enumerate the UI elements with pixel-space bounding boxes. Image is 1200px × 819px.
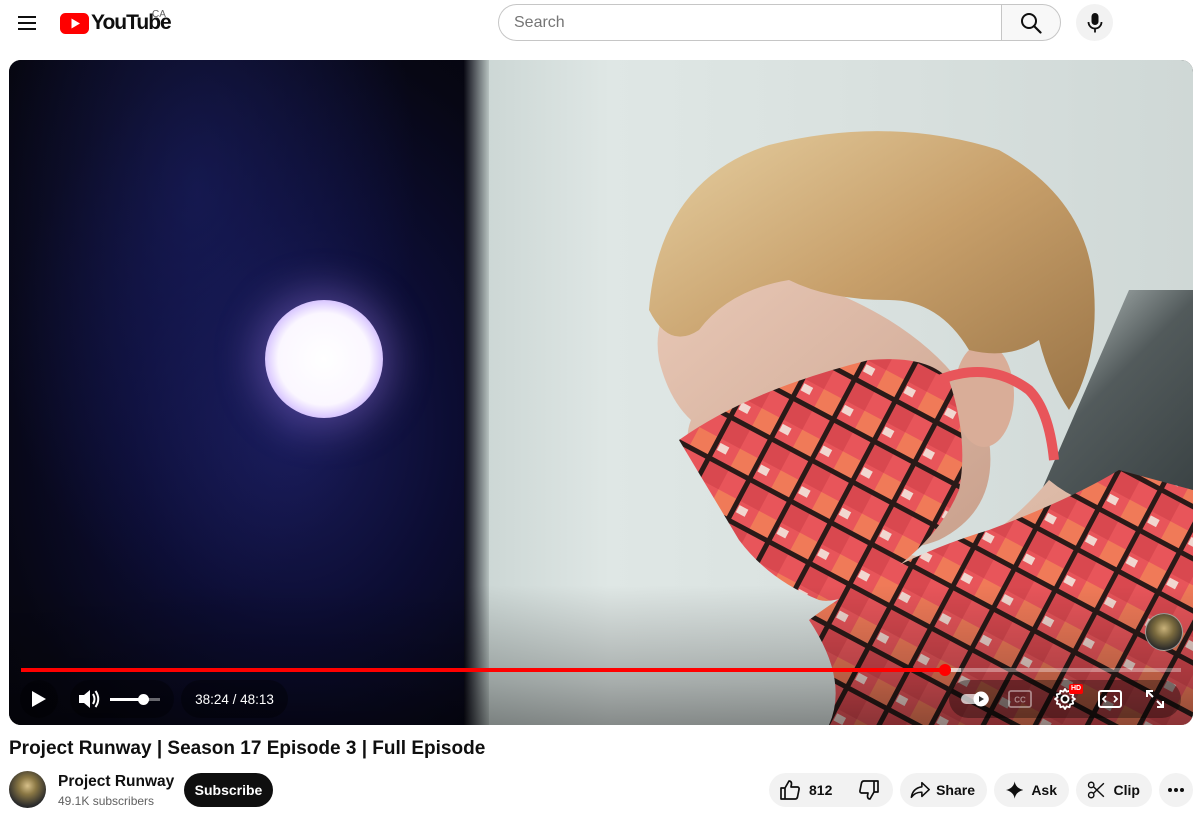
share-label: Share — [936, 782, 975, 798]
progress-scrubber[interactable] — [938, 664, 951, 676]
progress-played — [21, 668, 945, 672]
autoplay-toggle[interactable] — [955, 680, 995, 718]
right-controls-pill: CC HD — [949, 680, 1181, 718]
more-horizontal-icon — [1168, 788, 1184, 792]
search-box — [498, 4, 1061, 41]
hamburger-menu-icon — [18, 16, 36, 30]
search-input[interactable] — [498, 4, 1001, 41]
volume-pill — [70, 680, 174, 718]
captions-button[interactable]: CC — [1000, 680, 1040, 718]
time-display: 38:24 / 48:13 — [195, 691, 274, 707]
play-pill — [20, 680, 58, 718]
search-button[interactable] — [1001, 4, 1061, 41]
share-button[interactable]: Share — [900, 773, 987, 807]
sparkle-icon — [1006, 781, 1024, 799]
video-title: Project Runway | Season 17 Episode 3 | F… — [9, 738, 486, 759]
channel-watermark[interactable] — [1145, 613, 1183, 651]
mute-button[interactable] — [76, 680, 104, 718]
dislike-button[interactable] — [846, 773, 894, 807]
time-pill: 38:24 / 48:13 — [181, 680, 288, 718]
thumbs-down-icon — [859, 780, 880, 800]
share-icon — [910, 781, 930, 799]
fullscreen-button[interactable] — [1135, 680, 1175, 718]
like-button[interactable]: 812 — [769, 773, 846, 807]
like-count: 812 — [809, 782, 833, 798]
volume-slider-knob[interactable] — [137, 693, 149, 705]
voice-search-button[interactable] — [1076, 4, 1113, 41]
scissors-icon — [1087, 781, 1105, 799]
video-player[interactable]: 38:24 / 48:13 CC HD — [9, 60, 1193, 725]
search-icon — [1021, 12, 1042, 34]
channel-name[interactable]: Project Runway — [58, 773, 174, 791]
country-code: CA — [152, 9, 166, 20]
progress-bar[interactable] — [21, 664, 1181, 676]
subscribe-button[interactable]: Subscribe — [184, 773, 273, 807]
youtube-play-logo-icon — [60, 12, 89, 34]
hamburger-menu-button[interactable] — [12, 7, 44, 39]
ask-button[interactable]: Ask — [994, 773, 1069, 807]
settings-button[interactable]: HD — [1045, 680, 1085, 718]
svg-text:CC: CC — [1014, 696, 1026, 705]
channel-avatar[interactable] — [9, 771, 46, 808]
thumbs-up-icon — [780, 780, 800, 800]
play-icon — [32, 691, 46, 707]
play-button[interactable] — [20, 680, 58, 718]
clip-button[interactable]: Clip — [1076, 773, 1152, 807]
like-dislike-group: 812 — [769, 773, 893, 807]
masthead: YouTube CA — [0, 0, 1200, 45]
subscriber-count: 49.1K subscribers — [58, 794, 155, 808]
clip-label: Clip — [1113, 782, 1140, 798]
microphone-icon — [1087, 12, 1102, 32]
ask-label: Ask — [1031, 782, 1057, 798]
volume-icon — [79, 690, 100, 708]
autoplay-toggle-icon — [961, 691, 990, 707]
volume-slider[interactable] — [110, 693, 160, 705]
theater-mode-button[interactable] — [1090, 680, 1130, 718]
fullscreen-icon — [1145, 690, 1164, 708]
hd-badge: HD — [1068, 684, 1084, 694]
captions-icon: CC — [1008, 690, 1033, 708]
more-actions-button[interactable] — [1159, 773, 1193, 807]
theater-mode-icon — [1097, 690, 1122, 708]
